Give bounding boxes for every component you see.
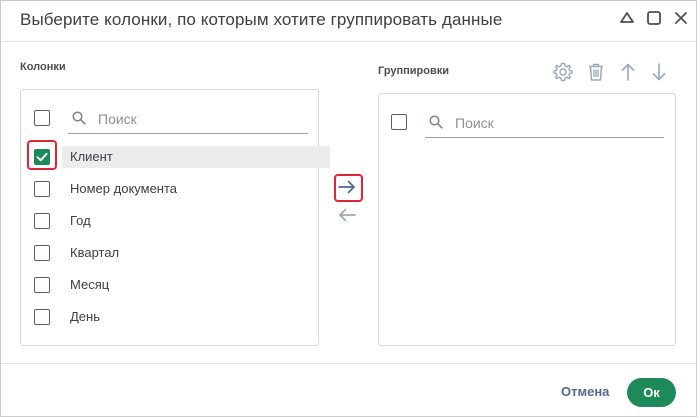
- columns-panel: Клиент Номер документа Год Квартал Месяц…: [20, 89, 330, 346]
- item-checkbox[interactable]: [34, 181, 50, 197]
- columns-search-input[interactable]: [96, 108, 280, 130]
- search-icon: [72, 111, 86, 125]
- list-item-label: Месяц: [70, 277, 110, 292]
- cancel-button[interactable]: Отмена: [561, 384, 609, 399]
- collapse-icon[interactable]: [617, 8, 637, 28]
- list-item[interactable]: Месяц: [34, 274, 314, 296]
- arrow-down-icon[interactable]: [648, 61, 670, 83]
- remove-from-groupings-button[interactable]: [335, 203, 361, 229]
- search-icon: [429, 115, 443, 129]
- list-item[interactable]: Клиент: [34, 146, 330, 168]
- dialog-titlebar: Выберите колонки, по которым хотите груп…: [1, 1, 696, 42]
- list-item-label: Год: [70, 213, 91, 228]
- add-button-callout-frame: [334, 174, 363, 202]
- trash-icon[interactable]: [585, 61, 607, 83]
- arrow-left-icon: [339, 208, 356, 222]
- list-item[interactable]: Номер документа: [34, 178, 314, 200]
- dialog-title: Выберите колонки, по которым хотите груп…: [20, 10, 503, 29]
- columns-label: Колонки: [20, 61, 66, 73]
- list-item-label: Квартал: [70, 245, 120, 260]
- checkbox-callout-frame: [27, 140, 57, 170]
- item-checkbox[interactable]: [34, 245, 50, 261]
- item-checkbox[interactable]: [34, 309, 50, 325]
- gear-icon[interactable]: [552, 61, 574, 83]
- ok-button[interactable]: Ок: [627, 378, 676, 407]
- columns-search: [68, 105, 308, 134]
- list-item[interactable]: Квартал: [34, 242, 314, 264]
- select-all-groupings-checkbox[interactable]: [391, 114, 407, 130]
- list-item-label: День: [70, 309, 100, 324]
- select-all-columns-checkbox[interactable]: [34, 110, 50, 126]
- arrow-up-icon[interactable]: [617, 61, 639, 83]
- list-item-label: Клиент: [70, 149, 113, 164]
- groupings-label: Группировки: [378, 65, 450, 77]
- maximize-icon[interactable]: [644, 8, 664, 28]
- list-item[interactable]: День: [34, 306, 314, 328]
- item-checkbox[interactable]: [34, 277, 50, 293]
- groupings-panel: [378, 93, 676, 346]
- list-item[interactable]: Год: [34, 210, 314, 232]
- group-columns-dialog: Выберите колонки, по которым хотите груп…: [0, 0, 697, 417]
- dialog-footer: Отмена Ок: [1, 363, 696, 417]
- close-icon[interactable]: [671, 8, 691, 28]
- groupings-search-input[interactable]: [453, 112, 637, 134]
- list-item-label: Номер документа: [70, 181, 178, 196]
- groupings-search: [425, 109, 664, 138]
- item-checkbox[interactable]: [34, 213, 50, 229]
